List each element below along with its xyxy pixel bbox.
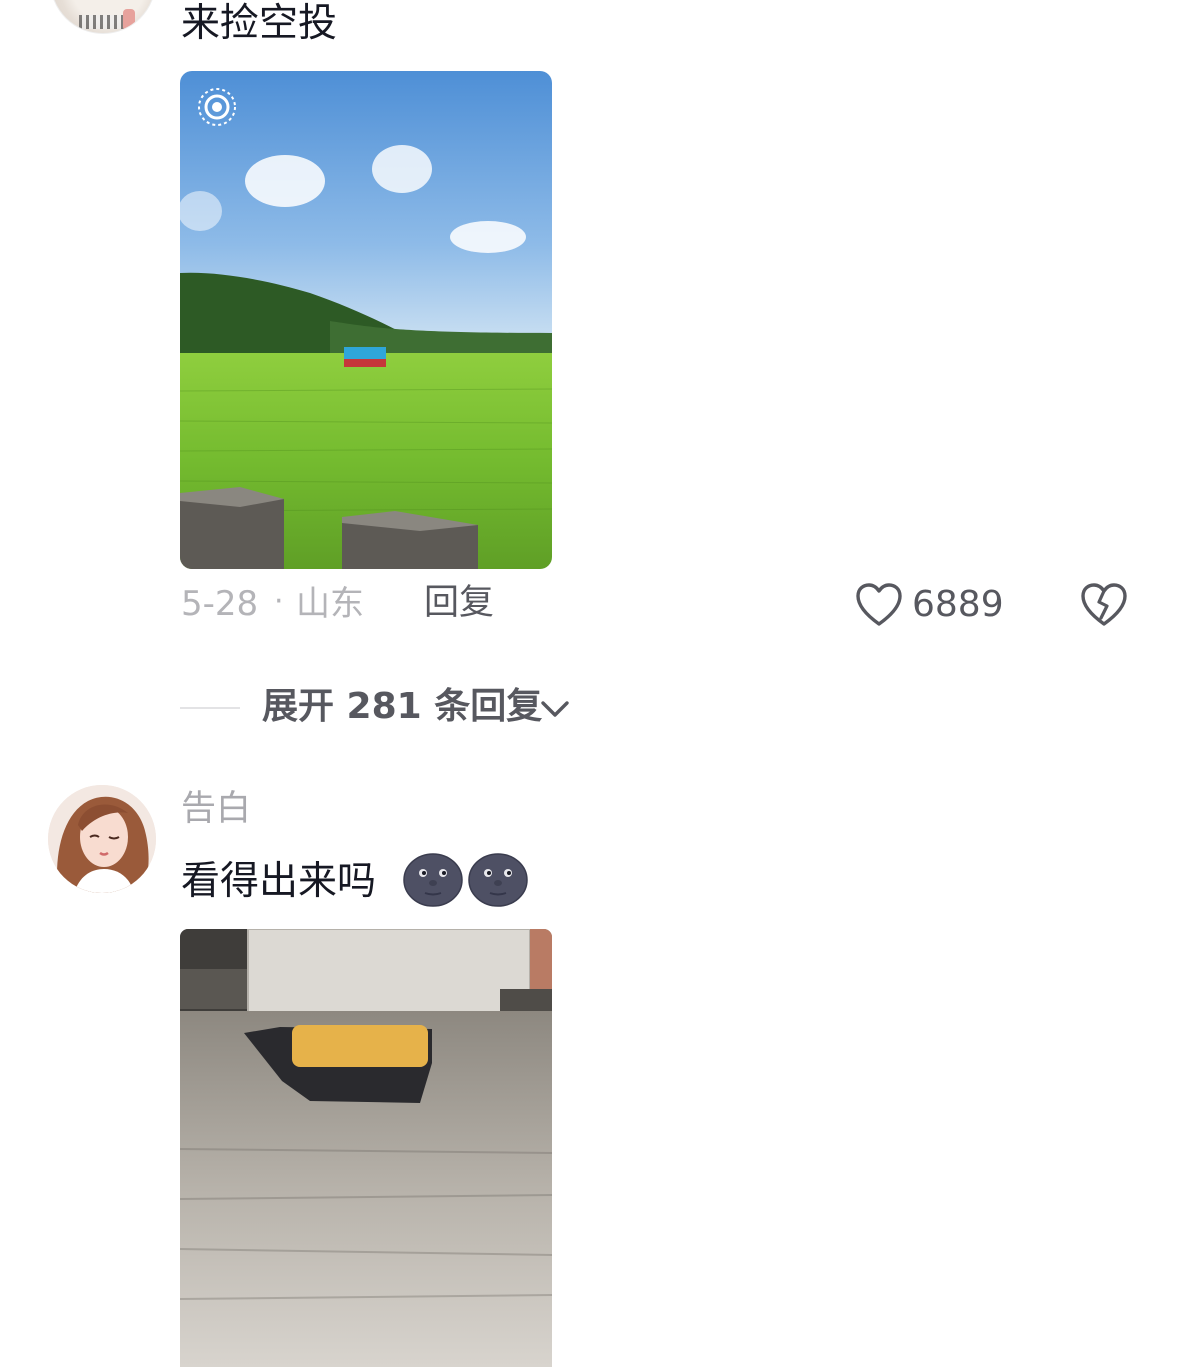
comment-location: 山东 <box>296 584 364 624</box>
comment-text: 来捡空投 <box>181 1 338 46</box>
comment-date: 5-28 <box>181 584 259 624</box>
avatar[interactable] <box>50 0 156 34</box>
username[interactable]: 告白 <box>181 792 251 827</box>
comment-image[interactable] <box>180 929 552 1367</box>
comment-text: 看得出来吗 <box>181 859 377 904</box>
heart-outline-icon[interactable] <box>855 582 903 628</box>
comment-image[interactable] <box>180 71 552 569</box>
comment-list: 来捡空投 5-28 · 山东 回复 6889 展开 281 条回复 告白 看得出… <box>0 0 1179 1367</box>
reply-button[interactable]: 回复 <box>424 586 494 621</box>
new-moon-face-icon <box>468 853 528 907</box>
meta-separator: · <box>274 584 284 619</box>
avatar[interactable] <box>48 785 156 893</box>
like-count: 6889 <box>912 584 1004 625</box>
divider <box>180 707 240 709</box>
broken-heart-icon[interactable] <box>1080 582 1128 628</box>
expand-replies-button[interactable]: 展开 281 条回复 <box>262 689 542 725</box>
chevron-down-icon[interactable] <box>539 694 571 722</box>
new-moon-face-icon <box>403 853 463 907</box>
